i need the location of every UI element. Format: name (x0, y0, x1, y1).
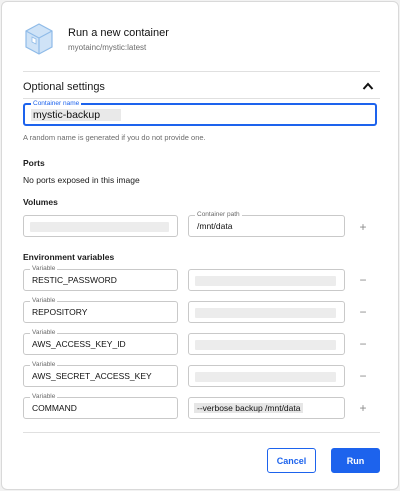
add-volume-button[interactable]: + (357, 221, 369, 233)
container-path-label: Container path (195, 210, 242, 219)
container-name-input[interactable] (31, 109, 121, 121)
env-variable-name: COMMAND (32, 403, 77, 413)
env-variable-field[interactable]: Variable AWS_ACCESS_KEY_ID (23, 328, 178, 355)
host-path-field[interactable] (23, 215, 178, 237)
minus-icon: − (359, 337, 367, 351)
env-value-field[interactable]: --verbose backup /mnt/data (188, 397, 345, 419)
remove-env-button[interactable]: − (357, 274, 369, 286)
container-name-helper: A random name is generated if you do not… (23, 133, 206, 142)
footer-divider (23, 432, 380, 433)
volumes-heading: Volumes (23, 197, 58, 207)
env-variable-field[interactable]: Variable AWS_SECRET_ACCESS_KEY (23, 360, 178, 387)
env-variable-field[interactable]: Variable COMMAND (23, 392, 178, 419)
env-value-empty (195, 276, 336, 286)
env-value: --verbose backup /mnt/data (194, 403, 304, 413)
remove-env-button[interactable]: − (357, 370, 369, 382)
env-heading: Environment variables (23, 252, 115, 262)
run-button[interactable]: Run (331, 448, 380, 473)
env-variable-field[interactable]: Variable RESTIC_PASSWORD (23, 264, 178, 291)
env-variable-name: AWS_SECRET_ACCESS_KEY (32, 371, 152, 381)
env-variable-name: AWS_ACCESS_KEY_ID (32, 339, 126, 349)
env-value-empty (195, 308, 336, 318)
container-name-label: Container name (31, 99, 82, 108)
remove-env-button[interactable]: − (357, 338, 369, 350)
env-variable-label: Variable (30, 360, 58, 369)
container-path-value: /mnt/data (197, 221, 233, 231)
env-variable-field[interactable]: Variable REPOSITORY (23, 296, 178, 323)
run-container-dialog: Run a new container myotainc/mystic:late… (1, 1, 399, 490)
env-variable-name: RESTIC_PASSWORD (32, 275, 117, 285)
minus-icon: − (359, 305, 367, 319)
plus-icon: + (359, 220, 367, 234)
optional-settings-title: Optional settings (23, 81, 105, 93)
ports-heading: Ports (23, 158, 45, 168)
host-path-value (30, 222, 169, 232)
env-value-empty (195, 340, 336, 350)
chevron-up-icon[interactable] (362, 81, 374, 91)
env-variable-label: Variable (30, 264, 58, 273)
image-name: myotainc/mystic:latest (68, 43, 147, 52)
plus-icon: + (359, 401, 367, 415)
container-path-field[interactable]: Container path /mnt/data (188, 210, 345, 237)
ports-message: No ports exposed in this image (23, 175, 140, 185)
env-value-field[interactable] (188, 301, 345, 323)
env-value-field[interactable] (188, 333, 345, 355)
cancel-button[interactable]: Cancel (267, 448, 316, 473)
header-divider (23, 71, 380, 72)
env-variable-label: Variable (30, 296, 58, 305)
remove-env-button[interactable]: − (357, 306, 369, 318)
dialog-header: Run a new container myotainc/mystic:late… (2, 2, 398, 72)
container-icon (25, 23, 53, 55)
env-variable-name: REPOSITORY (32, 307, 88, 317)
minus-icon: − (359, 369, 367, 383)
env-value-empty (195, 372, 336, 382)
container-name-field[interactable]: Container name (23, 99, 377, 126)
env-variable-label: Variable (30, 392, 58, 401)
env-variable-label: Variable (30, 328, 58, 337)
env-value-field[interactable] (188, 365, 345, 387)
dialog-title: Run a new container (68, 27, 169, 39)
minus-icon: − (359, 273, 367, 287)
env-value-field[interactable] (188, 269, 345, 291)
add-env-button[interactable]: + (357, 402, 369, 414)
